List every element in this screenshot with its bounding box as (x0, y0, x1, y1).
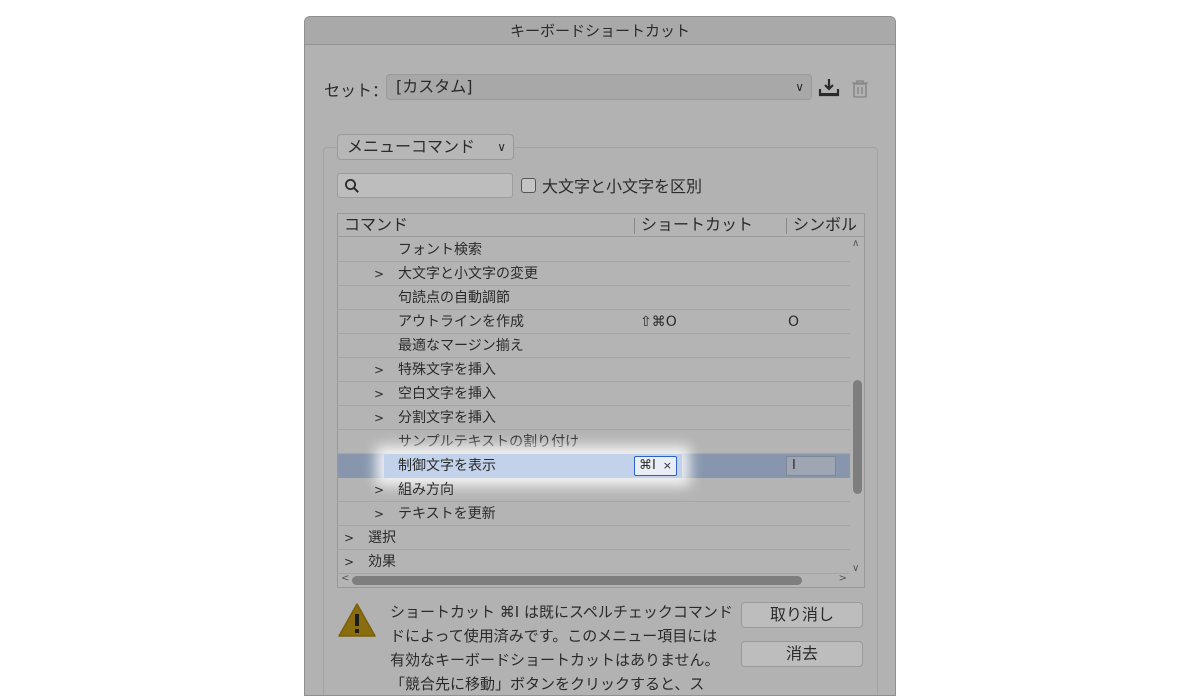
shortcut-value: ⌘I (639, 458, 656, 473)
column-header-command[interactable]: コマンド (338, 214, 408, 236)
table-row[interactable]: > 組み方向 (338, 478, 850, 502)
warning-line: 有効なキーボードショートカットはありません。 (390, 651, 720, 669)
vertical-scrollbar[interactable]: ∧ ∨ (850, 238, 864, 574)
command-label: フォント検索 (398, 242, 482, 258)
warning-line: ショートカット ⌘I は既にスペルチェックコマンド (390, 603, 733, 621)
table-row[interactable]: > 分割文字を挿入 (338, 406, 850, 430)
table-body: フォント検索 > 大文字と小文字の変更 句読点の自動調節 アウトラインを作成 ⇧⌘O O 最適… (338, 238, 850, 574)
command-label: 分割文字を挿入 (398, 410, 496, 426)
checkbox-label: 大文字と小文字を区別 (542, 177, 703, 196)
command-label: アウトラインを作成 (398, 314, 524, 330)
expand-chevron-icon[interactable]: > (374, 262, 384, 286)
table-row[interactable]: 最適なマージン揃え (338, 334, 850, 358)
command-label: 効果 (368, 554, 396, 570)
expand-chevron-icon[interactable]: > (374, 478, 384, 502)
chevron-down-icon: ∨ (497, 140, 506, 154)
command-label: 制御文字を表示 (398, 458, 496, 474)
table-row[interactable]: サンプルテキストの割り付け (338, 430, 850, 454)
command-label: サンプルテキストの割り付け (398, 434, 580, 450)
set-dropdown[interactable]: [カスタム] ∨ (386, 74, 812, 100)
set-label: セット： (324, 81, 389, 100)
table-row[interactable]: > 大文字と小文字の変更 (338, 262, 850, 286)
expand-chevron-icon[interactable]: > (374, 358, 384, 382)
table-header: コマンド ショートカット シンボル (338, 214, 864, 237)
table-row[interactable]: > 効果 (338, 550, 850, 574)
table-row[interactable]: フォント検索 (338, 238, 850, 262)
menu-type-value: メニューコマンド (347, 137, 476, 156)
dialog-title: キーボードショートカット (305, 17, 895, 45)
horizontal-scrollbar[interactable]: < > (338, 573, 850, 587)
scroll-up-icon[interactable]: ∧ (852, 238, 859, 249)
command-label: 特殊文字を挿入 (398, 362, 496, 378)
command-label: 組み方向 (398, 482, 454, 498)
command-label: テキストを更新 (398, 506, 496, 522)
symbol-edit-field[interactable]: I (786, 456, 836, 476)
column-header-symbol[interactable]: シンボル (787, 214, 857, 236)
table-row[interactable]: > 空白文字を挿入 (338, 382, 850, 406)
clear-button[interactable]: 消去 (741, 641, 863, 667)
warning-line: ドによって使用済みです。このメニュー項目には (390, 627, 718, 645)
shortcut-edit-field[interactable]: ⌘I × (634, 456, 677, 476)
warning-line: 「競合先に移動」ボタンをクリックすると、ス (390, 675, 705, 693)
command-label: 大文字と小文字の変更 (398, 266, 538, 282)
expand-chevron-icon[interactable]: > (374, 382, 384, 406)
column-header-shortcut[interactable]: ショートカット (635, 214, 753, 236)
clear-shortcut-icon[interactable]: × (663, 457, 672, 475)
trash-icon[interactable] (849, 78, 873, 102)
command-label: 空白文字を挿入 (398, 386, 496, 402)
warning-triangle-icon (338, 603, 376, 637)
commands-table: コマンド ショートカット シンボル フォント検索 > 大文字と小文字の変更 句読点の自… (337, 213, 865, 588)
table-row[interactable]: 制御文字を表示 ⌘I × I (338, 454, 850, 478)
table-row[interactable]: 句読点の自動調節 (338, 286, 850, 310)
command-label: 句読点の自動調節 (398, 290, 510, 306)
chevron-down-icon: ∨ (795, 80, 804, 94)
symbol-value: O (788, 314, 800, 330)
table-row[interactable]: > 選択 (338, 526, 850, 550)
shortcut-value: ⇧⌘O (640, 314, 677, 330)
case-sensitive-checkbox[interactable]: 大文字と小文字を区別 (521, 175, 703, 196)
expand-chevron-icon[interactable]: > (344, 526, 354, 550)
scroll-left-icon[interactable]: < (341, 573, 349, 584)
table-row[interactable]: > テキストを更新 (338, 502, 850, 526)
save-set-icon[interactable] (817, 76, 841, 100)
set-value: [カスタム] (396, 77, 473, 96)
search-input[interactable] (337, 173, 513, 198)
expand-chevron-icon[interactable]: > (374, 502, 384, 526)
search-icon (345, 179, 359, 193)
menu-type-dropdown[interactable]: メニューコマンド ∨ (337, 134, 514, 160)
vertical-scroll-thumb[interactable] (853, 380, 862, 494)
checkbox-box[interactable] (521, 177, 536, 193)
expand-chevron-icon[interactable]: > (344, 550, 354, 574)
table-row[interactable]: アウトラインを作成 ⇧⌘O O (338, 310, 850, 334)
horizontal-scroll-thumb[interactable] (352, 576, 802, 585)
keyboard-shortcuts-dialog: キーボードショートカット セット： [カスタム] ∨ メニューコマンド ∨ 大文… (304, 16, 896, 696)
conflict-warning-text: ショートカット ⌘I は既にスペルチェックコマンド ドによって使用済みです。この… (390, 600, 733, 695)
command-label: 最適なマージン揃え (398, 338, 524, 354)
scroll-down-icon[interactable]: ∨ (852, 563, 859, 574)
expand-chevron-icon[interactable]: > (374, 406, 384, 430)
undo-button[interactable]: 取り消し (741, 602, 863, 628)
command-label: 選択 (368, 530, 396, 546)
table-row[interactable]: > 特殊文字を挿入 (338, 358, 850, 382)
scroll-right-icon[interactable]: > (839, 573, 847, 584)
